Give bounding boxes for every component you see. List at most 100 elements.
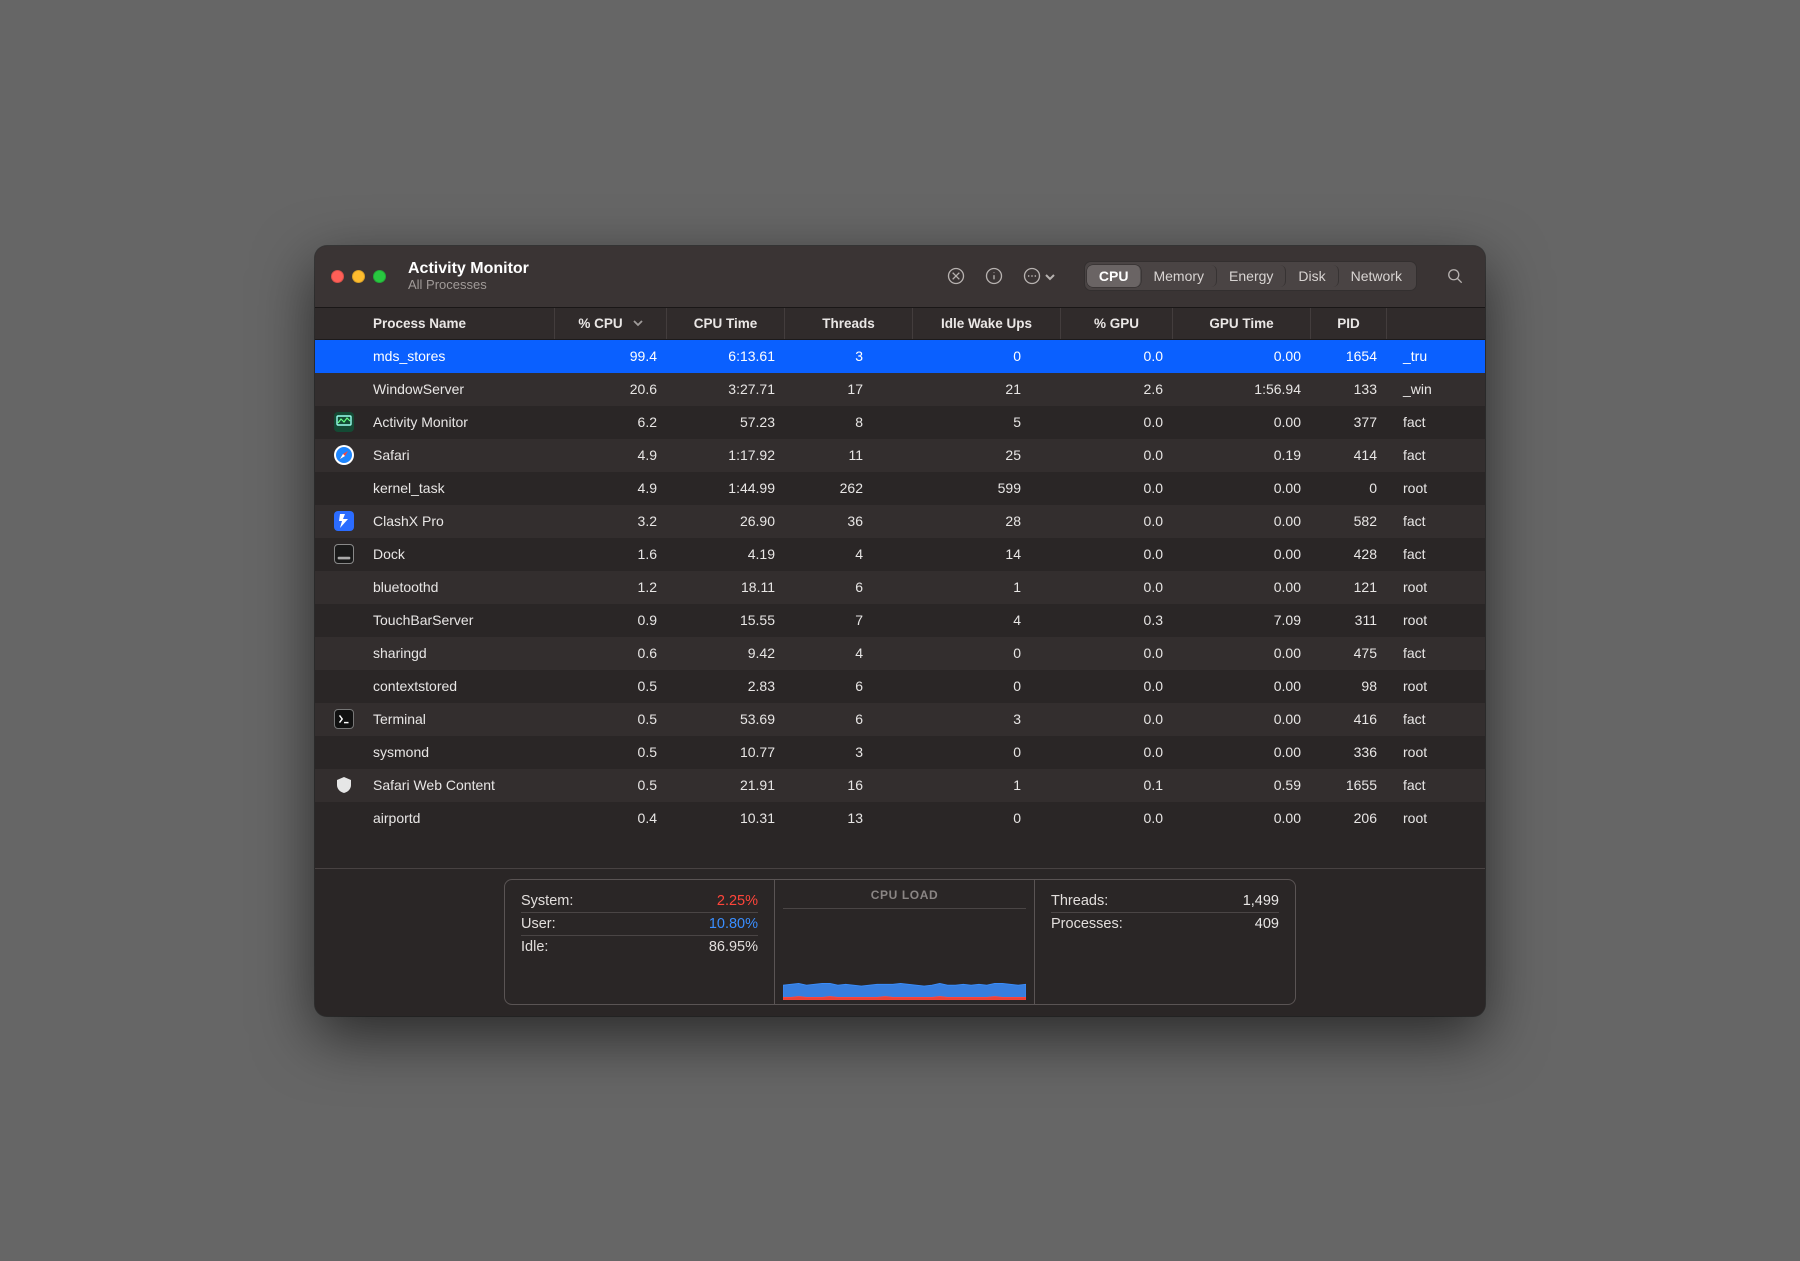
cell-cpu-time: 1:44.99 <box>667 472 785 505</box>
cell-cpu-percent: 0.9 <box>555 604 667 637</box>
column-header-gpu-percent[interactable]: % GPU <box>1061 308 1173 339</box>
stat-label-threads: Threads: <box>1051 893 1108 909</box>
column-header-cpu-percent[interactable]: % CPU <box>555 308 667 339</box>
cell-gpu-time: 1:56.94 <box>1173 373 1311 406</box>
cell-gpu-time: 0.00 <box>1173 538 1311 571</box>
column-header-threads[interactable]: Threads <box>785 308 913 339</box>
cell-pid: 98 <box>1311 670 1387 703</box>
ellipsis-circle-icon <box>1022 266 1042 286</box>
table-row[interactable]: mds_stores99.46:13.61300.00.001654_tru <box>315 340 1485 373</box>
table-row[interactable]: kernel_task4.91:44.992625990.00.000root <box>315 472 1485 505</box>
process-icon-slot <box>325 445 363 465</box>
cpu-summary-box: System: 2.25% User: 10.80% Idle: 86.95% … <box>504 879 1296 1005</box>
cell-user: fact <box>1387 406 1485 439</box>
table-row[interactable]: Safari4.91:17.9211250.00.19414fact <box>315 439 1485 472</box>
cell-gpu-time: 7.09 <box>1173 604 1311 637</box>
process-info-button[interactable] <box>980 262 1008 290</box>
table-row[interactable]: Dock1.64.194140.00.00428fact <box>315 538 1485 571</box>
cell-pid: 133 <box>1311 373 1387 406</box>
window-title: Activity Monitor <box>408 260 529 278</box>
stat-label-system: System: <box>521 893 573 909</box>
stat-row-processes: Processes: 409 <box>1051 913 1279 935</box>
cell-user: fact <box>1387 637 1485 670</box>
cell-process-name: Safari <box>363 439 555 472</box>
safari-icon <box>334 445 354 465</box>
table-row[interactable]: Terminal0.553.69630.00.00416fact <box>315 703 1485 736</box>
chart-series-user <box>783 983 1026 997</box>
cell-gpu-time: 0.00 <box>1173 802 1311 835</box>
column-header-cpu-time[interactable]: CPU Time <box>667 308 785 339</box>
tab-network[interactable]: Network <box>1339 265 1414 287</box>
table-row[interactable]: Activity Monitor6.257.23850.00.00377fact <box>315 406 1485 439</box>
stat-row-user: User: 10.80% <box>521 913 758 936</box>
close-button[interactable] <box>331 270 344 283</box>
cell-user: _win <box>1387 373 1485 406</box>
column-header-pid[interactable]: PID <box>1311 308 1387 339</box>
cell-process-name: TouchBarServer <box>363 604 555 637</box>
tab-disk[interactable]: Disk <box>1286 265 1338 287</box>
cell-user: fact <box>1387 703 1485 736</box>
table-row[interactable]: contextstored0.52.83600.00.0098root <box>315 670 1485 703</box>
cell-pid: 206 <box>1311 802 1387 835</box>
column-header-idle-wakeups[interactable]: Idle Wake Ups <box>913 308 1061 339</box>
cell-cpu-time: 6:13.61 <box>667 340 785 373</box>
stop-icon <box>946 266 966 286</box>
cell-cpu-time: 9.42 <box>667 637 785 670</box>
table-row[interactable]: bluetoothd1.218.11610.00.00121root <box>315 571 1485 604</box>
chart-series-system <box>783 997 1026 1000</box>
cell-gpu-percent: 0.0 <box>1061 472 1173 505</box>
cell-user: fact <box>1387 769 1485 802</box>
window-title-block: Activity Monitor All Processes <box>408 260 529 292</box>
table-row[interactable]: airportd0.410.311300.00.00206root <box>315 802 1485 835</box>
minimize-button[interactable] <box>352 270 365 283</box>
cell-process-name: ClashX Pro <box>363 505 555 538</box>
cell-gpu-time: 0.00 <box>1173 472 1311 505</box>
table-row[interactable]: TouchBarServer0.915.55740.37.09311root <box>315 604 1485 637</box>
cpu-summary-panel: System: 2.25% User: 10.80% Idle: 86.95% … <box>315 868 1485 1016</box>
cell-pid: 336 <box>1311 736 1387 769</box>
cell-gpu-percent: 0.0 <box>1061 802 1173 835</box>
cell-gpu-percent: 0.0 <box>1061 340 1173 373</box>
table-row[interactable]: WindowServer20.63:27.7117212.61:56.94133… <box>315 373 1485 406</box>
cell-cpu-percent: 0.5 <box>555 703 667 736</box>
cell-gpu-time: 0.00 <box>1173 736 1311 769</box>
table-row[interactable]: sysmond0.510.77300.00.00336root <box>315 736 1485 769</box>
cell-idle-wakeups: 0 <box>913 670 1061 703</box>
cell-process-name: Activity Monitor <box>363 406 555 439</box>
cell-cpu-time: 18.11 <box>667 571 785 604</box>
cell-process-name: airportd <box>363 802 555 835</box>
cell-cpu-time: 10.31 <box>667 802 785 835</box>
cell-pid: 121 <box>1311 571 1387 604</box>
more-actions-button[interactable] <box>1018 262 1060 290</box>
tab-energy[interactable]: Energy <box>1217 265 1286 287</box>
cell-gpu-time: 0.00 <box>1173 571 1311 604</box>
cell-process-name: sharingd <box>363 637 555 670</box>
stat-label-idle: Idle: <box>521 939 548 955</box>
column-header-process-name[interactable]: Process Name <box>363 308 555 339</box>
cell-threads: 3 <box>785 340 913 373</box>
table-row[interactable]: sharingd0.69.42400.00.00475fact <box>315 637 1485 670</box>
table-row[interactable]: ClashX Pro3.226.9036280.00.00582fact <box>315 505 1485 538</box>
cell-gpu-time: 0.00 <box>1173 505 1311 538</box>
cell-threads: 3 <box>785 736 913 769</box>
column-header-gpu-time[interactable]: GPU Time <box>1173 308 1311 339</box>
cell-gpu-time: 0.00 <box>1173 670 1311 703</box>
cell-pid: 1655 <box>1311 769 1387 802</box>
cell-process-name: WindowServer <box>363 373 555 406</box>
tab-memory[interactable]: Memory <box>1141 265 1217 287</box>
cell-idle-wakeups: 25 <box>913 439 1061 472</box>
stat-row-idle: Idle: 86.95% <box>521 936 758 958</box>
tab-cpu[interactable]: CPU <box>1087 265 1142 287</box>
stop-process-button[interactable] <box>942 262 970 290</box>
cell-cpu-percent: 6.2 <box>555 406 667 439</box>
cell-cpu-percent: 20.6 <box>555 373 667 406</box>
cell-threads: 16 <box>785 769 913 802</box>
sort-descending-icon <box>633 316 643 331</box>
search-button[interactable] <box>1441 262 1469 290</box>
cell-gpu-percent: 0.0 <box>1061 406 1173 439</box>
table-row[interactable]: Safari Web Content0.521.911610.10.591655… <box>315 769 1485 802</box>
zoom-button[interactable] <box>373 270 386 283</box>
cell-process-name: Safari Web Content <box>363 769 555 802</box>
process-icon-slot <box>325 544 363 564</box>
column-header-user[interactable] <box>1387 308 1485 339</box>
